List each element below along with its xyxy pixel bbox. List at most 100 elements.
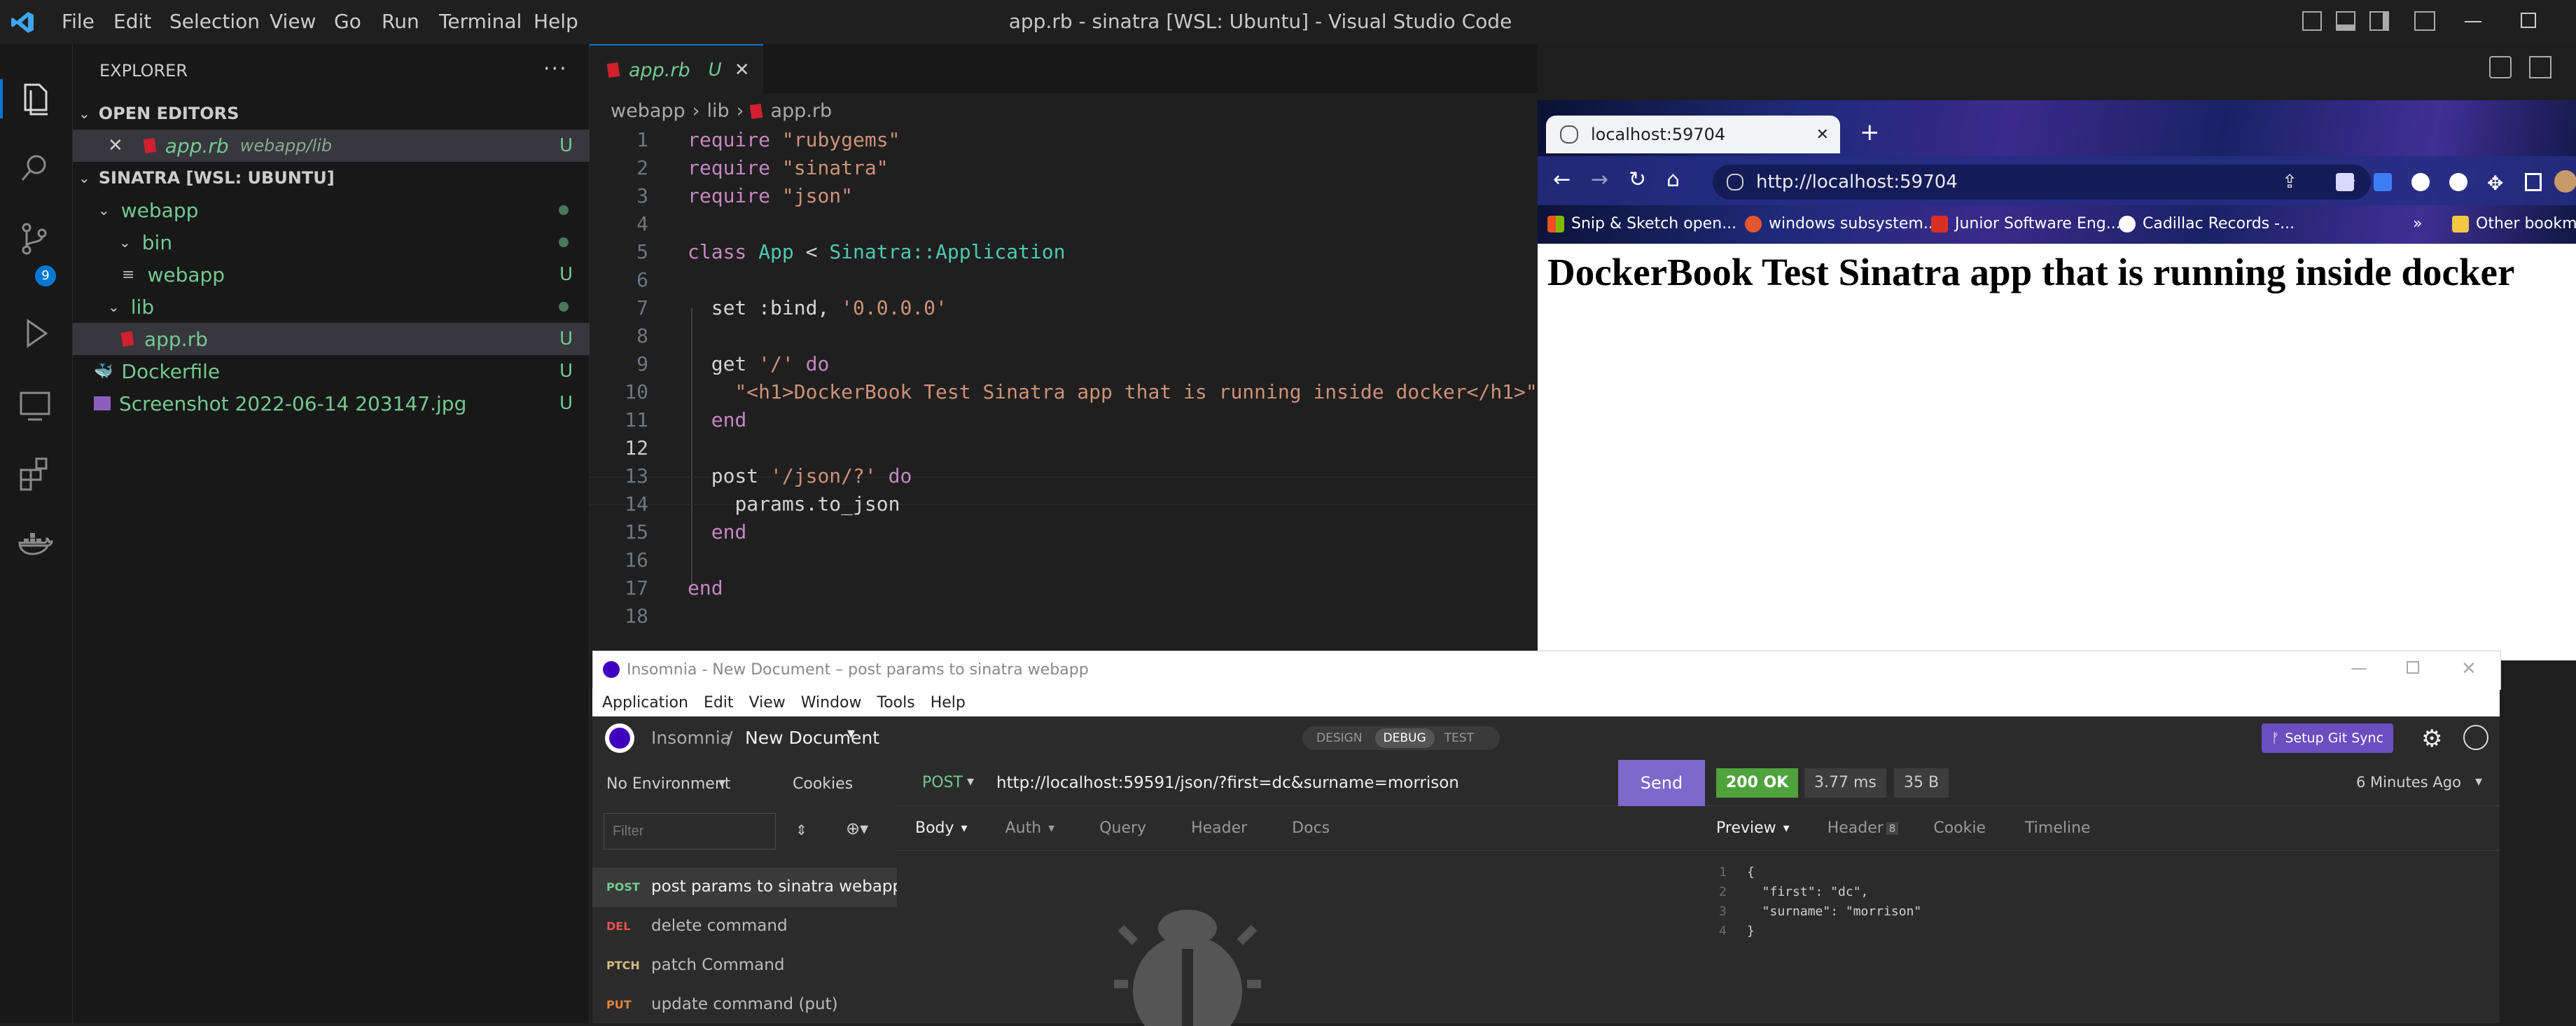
toggle-secondary-sidebar-icon[interactable]	[2369, 11, 2389, 31]
reload-icon[interactable]: ↻	[1629, 167, 1646, 192]
mode-debug[interactable]: DEBUG	[1374, 728, 1435, 748]
open-changes-icon[interactable]	[2489, 56, 2512, 78]
menu-application[interactable]: Application	[602, 694, 688, 712]
tree-item-lib-folder[interactable]: ⌄ lib	[73, 291, 590, 323]
tab-timeline[interactable]: Timeline	[2025, 819, 2091, 837]
setup-git-sync-button[interactable]: ᚠ Setup Git Sync	[2262, 723, 2393, 753]
menu-view[interactable]: View	[270, 10, 316, 33]
menu-file[interactable]: File	[62, 10, 95, 33]
filter-input[interactable]	[604, 813, 776, 850]
code-line[interactable]: 5 class App < Sinatra::Application	[590, 240, 1538, 268]
extension-icon[interactable]	[2411, 173, 2430, 191]
chevron-down-icon[interactable]: ▾	[847, 725, 855, 742]
menu-selection[interactable]: Selection	[169, 10, 260, 33]
open-editors-section[interactable]: ⌄ OPEN EDITORS	[73, 97, 590, 130]
chevron-down-icon[interactable]: ▾	[1783, 821, 1790, 836]
back-icon[interactable]: ←	[1553, 167, 1571, 192]
tab-query[interactable]: Query	[1099, 819, 1146, 837]
breadcrumb-webapp[interactable]: webapp	[611, 100, 685, 122]
menu-tools[interactable]: Tools	[877, 694, 915, 712]
request-item[interactable]: DEL delete command	[592, 907, 897, 946]
tab-app-rb[interactable]: app.rb U ✕	[590, 44, 763, 95]
menu-window[interactable]: Window	[801, 694, 862, 712]
chevron-down-icon[interactable]: ▾	[2475, 772, 2482, 789]
send-button[interactable]: Send	[1618, 760, 1705, 806]
account-icon[interactable]	[2463, 725, 2488, 750]
close-icon[interactable]: ✕	[108, 135, 123, 156]
toggle-sidebar-icon[interactable]	[2302, 11, 2322, 31]
bookmark-item[interactable]: Snip & Sketch open...	[1547, 215, 1736, 233]
run-debug-icon[interactable]	[15, 314, 55, 353]
browser-tab[interactable]: localhost:59704 ✕	[1546, 116, 1840, 153]
request-item[interactable]: PTCH patch Command	[592, 946, 897, 985]
mode-design[interactable]: DESIGN	[1316, 731, 1363, 745]
extension-icon[interactable]	[2374, 173, 2392, 191]
mode-test[interactable]: TEST	[1444, 731, 1474, 745]
site-info-icon[interactable]	[1727, 174, 1743, 190]
sort-icon[interactable]: ⇕	[795, 822, 807, 838]
tree-item-webapp-folder[interactable]: ⌄ webapp	[73, 194, 590, 226]
menu-run[interactable]: Run	[382, 10, 419, 33]
tree-item-bin-folder[interactable]: ⌄ bin	[73, 226, 590, 258]
customize-layout-icon[interactable]	[2414, 11, 2435, 31]
minimize-icon[interactable]	[2465, 21, 2481, 22]
restore-icon[interactable]	[2521, 13, 2536, 28]
code-line[interactable]: 3 require "json"	[590, 184, 1538, 212]
bookmark-folder[interactable]: Other bookma	[2452, 215, 2576, 233]
tab-close-icon[interactable]: ✕	[734, 60, 750, 81]
breadcrumb-file[interactable]: app.rb	[770, 100, 832, 122]
code-line[interactable]: 14 params.to_json	[590, 492, 1538, 520]
request-item-active[interactable]: POST post params to sinatra webapp	[592, 868, 903, 907]
new-tab-icon[interactable]: +	[1860, 118, 1880, 146]
document-name[interactable]: New Document	[745, 728, 879, 748]
settings-gear-icon[interactable]: ⚙	[2421, 725, 2442, 753]
bookmark-item[interactable]: windows subsystem...	[1745, 215, 1938, 233]
url-input[interactable]: http://localhost:59591/json/?first=dc&su…	[996, 774, 1459, 792]
chevron-down-icon[interactable]: ▾	[967, 772, 974, 789]
tab-cookie[interactable]: Cookie	[1933, 819, 1986, 837]
tree-item-webapp-file[interactable]: ≡ webapp U	[73, 258, 590, 291]
tree-item-screenshot[interactable]: Screenshot 2022-06-14 203147.jpg U	[73, 387, 590, 420]
create-menu-icon[interactable]: ⊕▾	[846, 819, 868, 838]
more-bookmarks-icon[interactable]: »	[2413, 215, 2422, 233]
code-line[interactable]: 4	[590, 212, 1538, 240]
menu-go[interactable]: Go	[334, 10, 361, 33]
tab-body[interactable]: Body	[915, 819, 954, 837]
code-line[interactable]: 16	[590, 548, 1538, 576]
menu-help[interactable]: Help	[534, 10, 578, 33]
insomnia-home-icon[interactable]	[605, 723, 634, 753]
code-line[interactable]: 10 "<h1>DockerBook Test Sinatra app that…	[590, 380, 1538, 408]
remote-explorer-icon[interactable]	[15, 386, 55, 425]
docker-icon[interactable]	[15, 526, 55, 565]
tab-docs[interactable]: Docs	[1292, 819, 1330, 837]
code-line[interactable]: 11 end	[590, 408, 1538, 436]
close-window-icon[interactable]: ✕	[2461, 658, 2477, 679]
code-line[interactable]: 15 end	[590, 520, 1538, 548]
code-line[interactable]: 9 get '/' do	[590, 352, 1538, 380]
maximize-icon[interactable]	[2407, 661, 2419, 674]
breadcrumb-app[interactable]: Insomnia	[651, 728, 731, 748]
bookmark-item[interactable]: Junior Software Eng...	[1931, 215, 2121, 233]
request-item[interactable]: PUT update command (put)	[592, 985, 897, 1025]
close-tab-icon[interactable]: ✕	[1816, 126, 1829, 144]
code-line[interactable]: 2 require "sinatra"	[590, 156, 1538, 184]
profile-avatar[interactable]	[2554, 170, 2576, 193]
search-icon[interactable]	[15, 149, 55, 188]
code-line[interactable]: 6	[590, 268, 1538, 296]
chevron-down-icon[interactable]: ▾	[1048, 821, 1054, 836]
code-line[interactable]: 13 post '/json/?' do	[590, 464, 1538, 492]
share-icon[interactable]: ⇪	[2282, 172, 2297, 193]
menu-terminal[interactable]: Terminal	[439, 10, 522, 33]
response-age[interactable]: 6 Minutes Ago	[2356, 774, 2461, 791]
tab-auth[interactable]: Auth	[1005, 819, 1042, 837]
puzzle-icon[interactable]: ✥	[2487, 172, 2503, 195]
method-select[interactable]: POST	[922, 774, 963, 791]
split-editor-icon[interactable]	[2529, 56, 2551, 78]
code-line[interactable]: 17 end	[590, 576, 1538, 604]
breadcrumb-lib[interactable]: lib	[706, 100, 729, 122]
toggle-panel-icon[interactable]	[2336, 11, 2355, 31]
tab-response-header[interactable]: Header	[1827, 819, 1884, 837]
tree-item-dockerfile[interactable]: 🐳 Dockerfile U	[73, 355, 590, 387]
home-icon[interactable]: ⌂	[1666, 167, 1680, 192]
extension-icon[interactable]	[2336, 173, 2354, 191]
